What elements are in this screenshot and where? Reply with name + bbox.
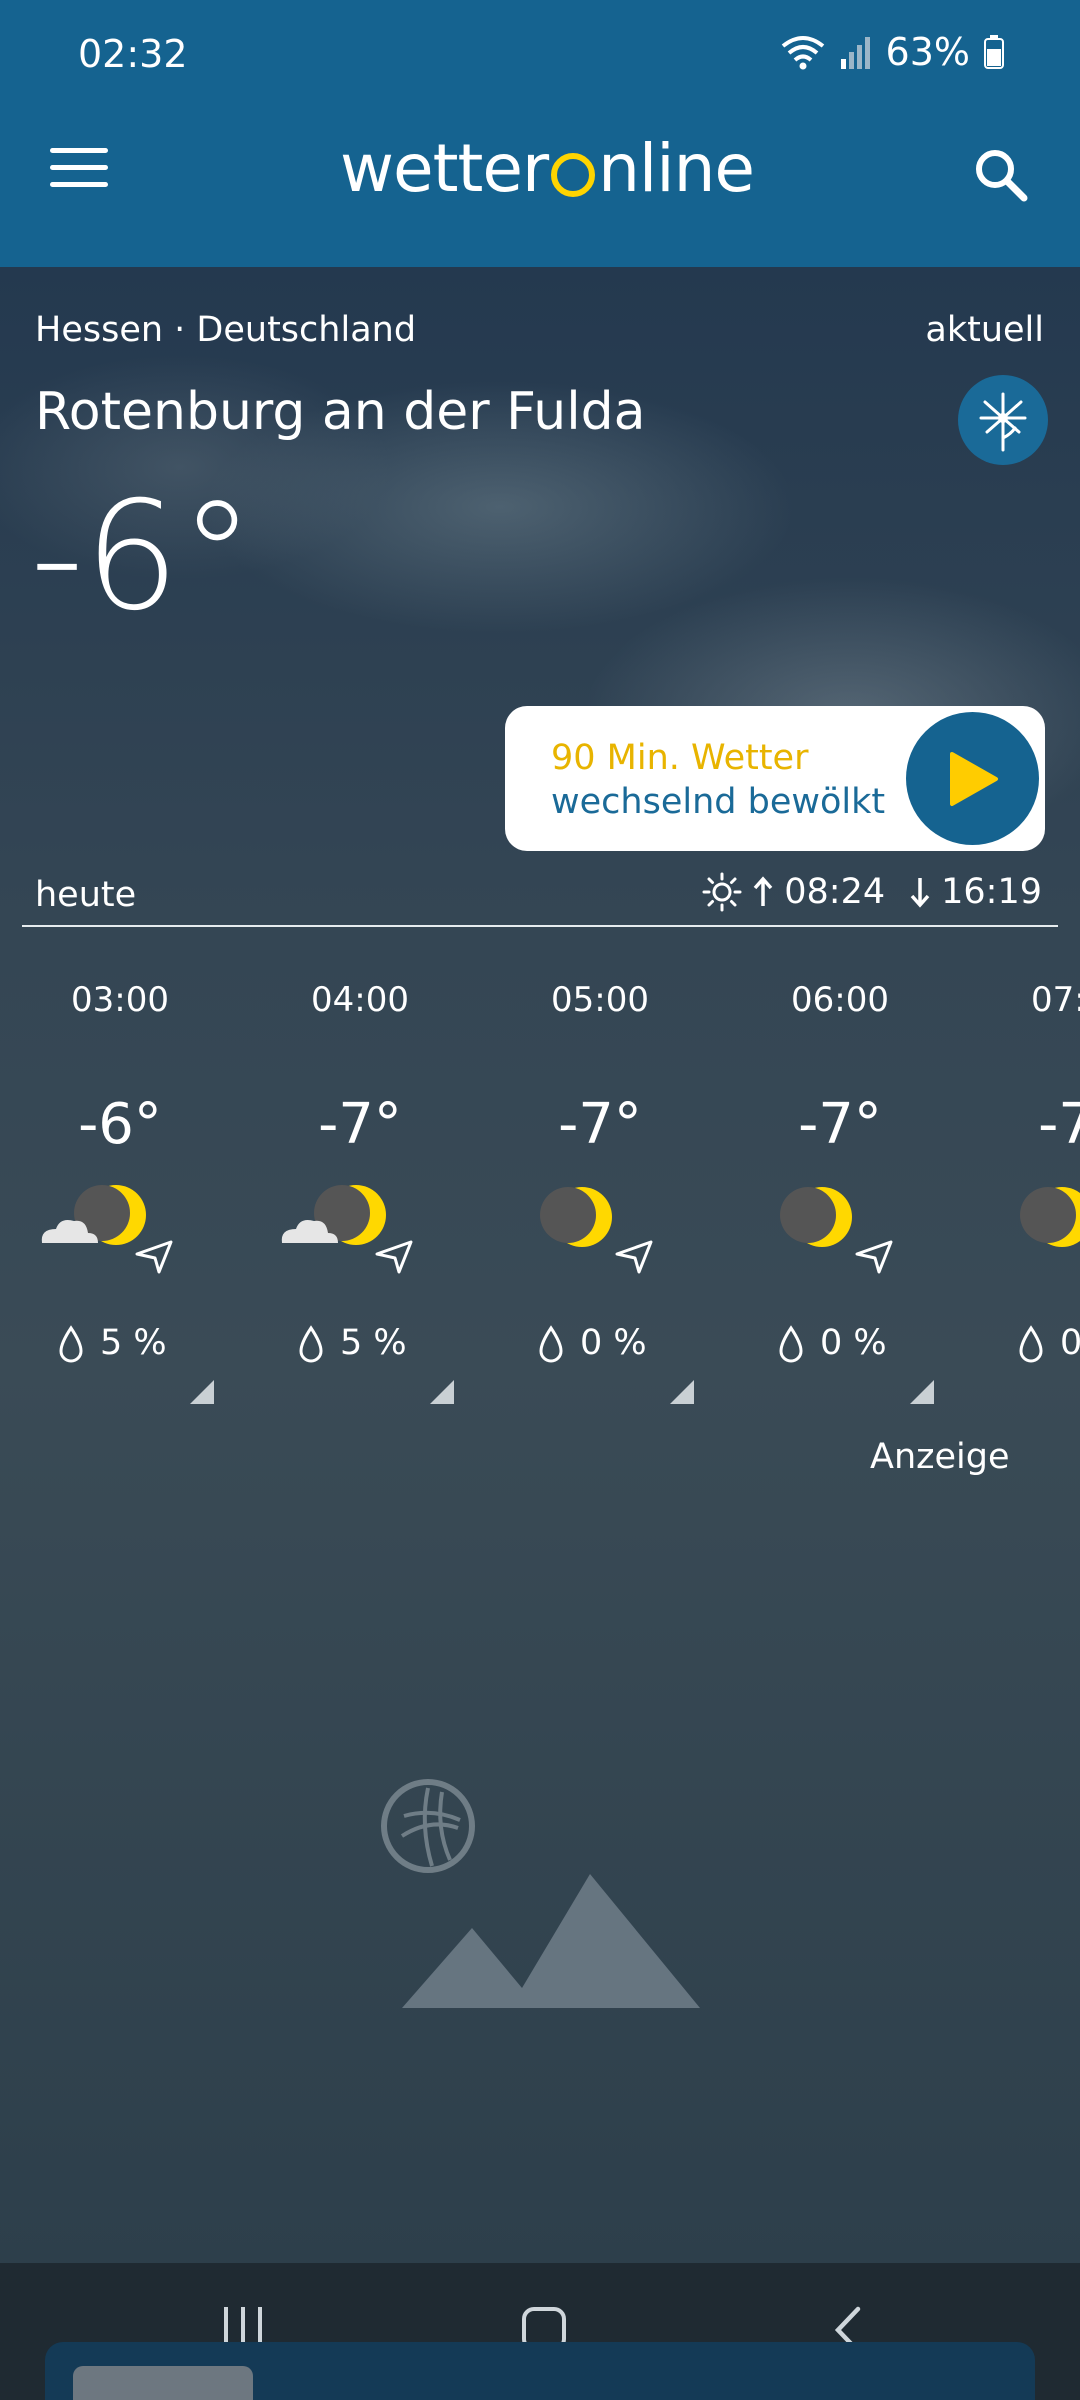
city-name[interactable]: Rotenburg an der Fulda [35, 382, 646, 442]
arrow-up-icon [753, 876, 773, 906]
wifi-icon [781, 36, 824, 70]
today-label: heute [35, 875, 137, 915]
menu-button[interactable] [50, 148, 108, 192]
status-time: 02:32 [78, 32, 188, 76]
hour-time: 03:00 [71, 980, 169, 1020]
play-icon [949, 751, 998, 806]
moon-icon [780, 1187, 852, 1247]
hourly-forecast[interactable]: 03:00 -6° 5 % 04:00 -7° 5 % 05:00 -7° 0 … [0, 980, 1080, 1420]
dandelion-icon [979, 392, 1027, 452]
search-button[interactable] [974, 148, 1028, 202]
wind-direction-icon [375, 1240, 413, 1274]
status-icons: 63% [780, 30, 1004, 74]
hour-time: 04:00 [311, 980, 409, 1020]
nowcast-title: 90 Min. Wetter [551, 738, 809, 778]
signal-icon [840, 37, 870, 69]
expand-indicator-icon [910, 1380, 934, 1404]
ad-placeholder-image[interactable] [380, 1778, 710, 2008]
rain-probability: 0 % [820, 1323, 887, 1363]
hour-column[interactable]: 06:00 -7° 0 % [720, 980, 960, 1404]
rain-probability: 0 % [580, 1323, 647, 1363]
hour-time: 06:00 [791, 980, 889, 1020]
arrow-down-icon [910, 878, 930, 908]
raindrop-icon [299, 1325, 323, 1363]
hour-temp: -7° [558, 1092, 642, 1157]
pollen-button[interactable] [958, 375, 1048, 465]
mode-label[interactable]: aktuell [925, 310, 1044, 350]
hour-time: 07:00 [1031, 980, 1080, 1020]
app-header: 02:32 63% wetter nline [0, 0, 1080, 267]
sunrise-time: 08:24 [784, 872, 886, 912]
battery-percent: 63% [885, 30, 970, 74]
cloud-moon-icon [281, 1185, 386, 1245]
logo-globe-icon [551, 152, 596, 197]
raindrop-icon [539, 1325, 563, 1363]
hour-temp: -6° [78, 1092, 162, 1157]
expand-indicator-icon [430, 1380, 454, 1404]
hour-column[interactable]: 07:00 -7° 0 % [960, 980, 1080, 1400]
rain-probability: 0 % [1060, 1323, 1080, 1363]
hour-column[interactable]: 05:00 -7° 0 % [480, 980, 720, 1404]
sun-icon [702, 872, 742, 912]
raindrop-icon [1019, 1325, 1043, 1363]
rain-probability: 5 % [340, 1323, 407, 1363]
ad-label: Anzeige [870, 1437, 1010, 1477]
sun-times: 08:24 16:19 [702, 872, 1042, 912]
wind-direction-icon [615, 1240, 653, 1274]
wind-direction-icon [855, 1240, 893, 1274]
hour-column[interactable]: 03:00 -6° 5 % [0, 980, 240, 1404]
hour-temp: -7° [318, 1092, 402, 1157]
sunset-time: 16:19 [941, 872, 1042, 912]
raindrop-icon [779, 1325, 803, 1363]
menu-icon [50, 148, 108, 153]
nowcast-subtitle: wechselnd bewölkt [551, 782, 886, 822]
wind-direction-icon [135, 1240, 173, 1274]
play-button[interactable] [906, 712, 1039, 845]
moon-icon [1020, 1187, 1080, 1247]
expand-indicator-icon [190, 1380, 214, 1404]
current-temperature: -6° [30, 470, 255, 644]
hour-temp: -7° [798, 1092, 882, 1157]
battery-icon [984, 35, 1004, 69]
expand-indicator-icon [670, 1380, 694, 1404]
nowcast-card[interactable]: 90 Min. Wetter wechselnd bewölkt [505, 706, 1045, 851]
hour-time: 05:00 [551, 980, 649, 1020]
rain-probability: 5 % [100, 1323, 167, 1363]
cloud-moon-icon [41, 1185, 146, 1245]
hour-temp: -7° [1038, 1092, 1080, 1157]
raindrop-icon [59, 1325, 83, 1363]
sheet-handle[interactable] [73, 2366, 253, 2400]
app-logo: wetter nline [340, 130, 755, 207]
hour-column[interactable]: 04:00 -7° 5 % [240, 980, 480, 1404]
region-label: Hessen · Deutschland [35, 310, 417, 350]
divider [22, 925, 1058, 927]
bottom-sheet[interactable] [45, 2342, 1035, 2400]
moon-icon [540, 1187, 612, 1247]
